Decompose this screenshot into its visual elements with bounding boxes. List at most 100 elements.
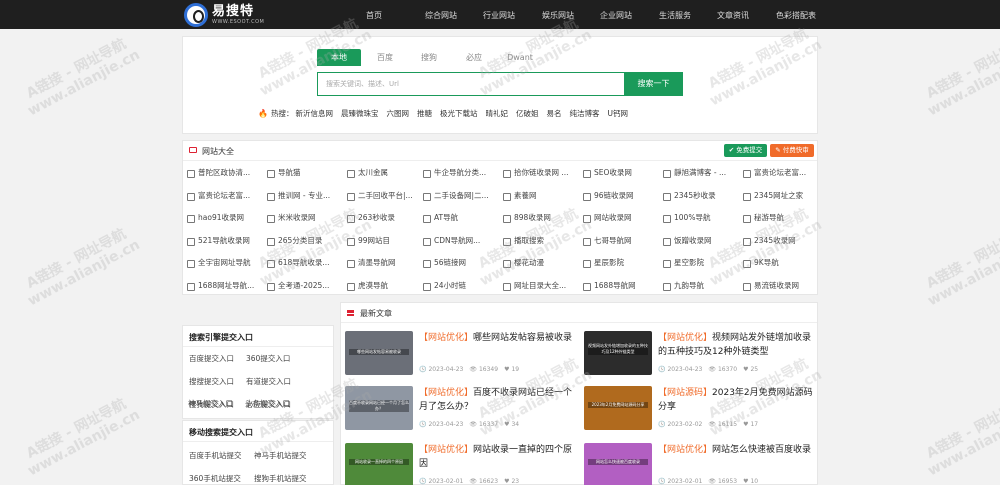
tab-baidu[interactable]: 百度: [375, 49, 395, 66]
article-card[interactable]: 网站怎么快速被百度收录 【网站优化】网站怎么快速被百度收录 🕓 2023-02-01 👁…: [584, 443, 816, 485]
submit-link[interactable]: 360手机站提交: [189, 473, 241, 484]
nav-industry-sites[interactable]: 行业网站: [483, 10, 515, 21]
site-link[interactable]: 全宇宙网址导航: [187, 256, 263, 270]
site-link[interactable]: 24小时链: [423, 279, 499, 293]
nav-articles[interactable]: 文章资讯: [717, 10, 749, 21]
site-link[interactable]: 易流链收录网: [743, 279, 819, 293]
article-title[interactable]: 【网站优化】哪些网站发帖容易被收录: [419, 331, 575, 345]
submit-link[interactable]: 360提交入口: [246, 353, 290, 364]
article-category[interactable]: 【网站源码】: [658, 388, 712, 398]
site-link[interactable]: 推训网 - 专业...: [267, 189, 343, 203]
submit-link[interactable]: 头条提交入口: [245, 398, 290, 409]
site-link[interactable]: 星辰影院: [583, 256, 659, 270]
site-link[interactable]: 56链接网: [423, 256, 499, 270]
site-link[interactable]: 樱花动漫: [503, 256, 579, 270]
article-category[interactable]: 【网站优化】: [419, 445, 473, 455]
site-link[interactable]: 网址目录大全...: [503, 279, 579, 293]
submit-link[interactable]: 搜狗手机站提交: [254, 473, 307, 484]
article-card[interactable]: 2023年2月免费网站源码分享 【网站源码】2023年2月免费网站源码分享 🕓 202…: [584, 386, 816, 438]
site-logo[interactable]: 易搜特 WWW.ESOOT.COM: [184, 2, 264, 27]
site-link[interactable]: 拾你链收录网 ...: [503, 166, 579, 180]
site-link[interactable]: 播取搜索: [503, 234, 579, 248]
site-link[interactable]: 七哥导航网: [583, 234, 659, 248]
site-link[interactable]: 二手回收平台|...: [347, 189, 423, 203]
article-thumbnail[interactable]: 2023年2月免费网站源码分享: [584, 386, 652, 430]
nav-general-sites[interactable]: 综合网站: [425, 10, 457, 21]
nav-enterprise-sites[interactable]: 企业网站: [600, 10, 632, 21]
search-input[interactable]: 搜索关键词、描述、Url: [317, 72, 624, 96]
article-thumbnail[interactable]: 百度不收录网站已经一个月了怎么办？: [345, 386, 413, 430]
hot-item[interactable]: 易名: [546, 108, 561, 119]
site-link[interactable]: 1688网址导航...: [187, 279, 263, 293]
site-link[interactable]: 牛企导航分类...: [423, 166, 499, 180]
submit-link[interactable]: 百度提交入口: [189, 353, 234, 364]
nav-life-services[interactable]: 生活服务: [659, 10, 691, 21]
site-link[interactable]: 饭蹭收录网: [663, 234, 739, 248]
site-link[interactable]: 网站收录网: [583, 211, 659, 225]
hot-item[interactable]: U钙网: [607, 108, 628, 119]
nav-color-chart[interactable]: 色彩搭配表: [776, 10, 816, 21]
site-link[interactable]: 星空影院: [663, 256, 739, 270]
site-link[interactable]: hao91收录网: [187, 211, 263, 225]
submit-link[interactable]: 搜搜提交入口: [189, 376, 234, 387]
submit-link[interactable]: 有道提交入口: [246, 376, 291, 387]
site-link[interactable]: 二手设备网|二...: [423, 189, 499, 203]
site-link[interactable]: 清墨导航网: [347, 256, 423, 270]
hot-item[interactable]: 亿破姐: [516, 108, 539, 119]
article-category[interactable]: 【网站优化】: [419, 333, 473, 343]
hot-item[interactable]: 晴礼妃: [485, 108, 508, 119]
article-category[interactable]: 【网站优化】: [419, 388, 473, 398]
article-title[interactable]: 【网站优化】百度不收录网站已经一个月了怎么办？: [419, 386, 575, 414]
site-link[interactable]: 898收录网: [503, 211, 579, 225]
free-submit-button[interactable]: ✔ 免费提交: [724, 144, 767, 157]
site-link[interactable]: 618导航收录...: [267, 256, 343, 270]
article-title[interactable]: 【网站优化】网站怎么快速被百度收录: [658, 443, 814, 457]
site-link[interactable]: 米米收录网: [267, 211, 343, 225]
site-link[interactable]: 导航猫: [267, 166, 343, 180]
site-link[interactable]: 2345秒收录: [663, 189, 739, 203]
article-category[interactable]: 【网站优化】: [658, 333, 712, 343]
site-link[interactable]: 太川金属: [347, 166, 423, 180]
site-link[interactable]: 96链收录网: [583, 189, 659, 203]
site-link[interactable]: 素養网: [503, 189, 579, 203]
submit-link[interactable]: 神马手机站提交: [254, 450, 307, 461]
site-link[interactable]: 265分类目录: [267, 234, 343, 248]
article-thumbnail[interactable]: 网站怎么快速被百度收录: [584, 443, 652, 485]
hot-item[interactable]: 晨臻微珠宝: [341, 108, 379, 119]
article-title[interactable]: 【网站优化】网站收录一直掉的四个原因: [419, 443, 575, 471]
site-link[interactable]: 2345收录网: [743, 234, 819, 248]
site-link[interactable]: 九韵导航: [663, 279, 739, 293]
site-link[interactable]: 全考通-2025...: [267, 279, 343, 293]
site-link[interactable]: 1688导航网: [583, 279, 659, 293]
nav-entertainment-sites[interactable]: 娱乐网站: [542, 10, 574, 21]
article-card[interactable]: 哪些网站发帖容易被收录 【网站优化】哪些网站发帖容易被收录 🕓 2023-04-23 👁…: [345, 331, 577, 383]
site-link[interactable]: 521导航收录网: [187, 234, 263, 248]
tab-sogou[interactable]: 搜狗: [419, 49, 439, 66]
site-link[interactable]: 富贵论坛老富...: [743, 166, 819, 180]
tab-dwant[interactable]: Dwant: [505, 49, 535, 66]
paid-submit-button[interactable]: ✎ 付费快审: [770, 144, 814, 157]
site-link[interactable]: 秘游导航: [743, 211, 819, 225]
site-link[interactable]: 2345网址之家: [743, 189, 819, 203]
site-link[interactable]: 9K导航: [743, 256, 819, 270]
submit-link[interactable]: 百度手机站提交: [189, 450, 242, 461]
hot-item[interactable]: 新沂信息网: [295, 108, 333, 119]
article-title[interactable]: 【网站源码】2023年2月免费网站源码分享: [658, 386, 814, 414]
hot-item[interactable]: 六图网: [386, 108, 409, 119]
site-link[interactable]: 263秒收录: [347, 211, 423, 225]
article-card[interactable]: 百度不收录网站已经一个月了怎么办？ 【网站优化】百度不收录网站已经一个月了怎么办？…: [345, 386, 577, 438]
search-button[interactable]: 搜索一下: [624, 72, 683, 96]
nav-home[interactable]: 首页: [366, 10, 382, 21]
article-card[interactable]: 网站收录一直掉的四个原因 【网站优化】网站收录一直掉的四个原因 🕓 2023-02-0…: [345, 443, 577, 485]
article-category[interactable]: 【网站优化】: [658, 445, 712, 455]
site-link[interactable]: 100%导航: [663, 211, 739, 225]
article-thumbnail[interactable]: 视频网站发外链增加收录的五种技巧及12种外链类型: [584, 331, 652, 375]
article-thumbnail[interactable]: 网站收录一直掉的四个原因: [345, 443, 413, 485]
tab-local[interactable]: 本地: [317, 49, 361, 66]
site-link[interactable]: AT导航: [423, 211, 499, 225]
site-link[interactable]: 靜旭满博客 - ...: [663, 166, 739, 180]
article-title[interactable]: 【网站优化】视频网站发外链增加收录的五种技巧及12种外链类型: [658, 331, 814, 359]
site-link[interactable]: 虎漠导航: [347, 279, 423, 293]
hot-item[interactable]: 推糖: [417, 108, 432, 119]
submit-link[interactable]: 神马提交入口: [188, 398, 233, 409]
